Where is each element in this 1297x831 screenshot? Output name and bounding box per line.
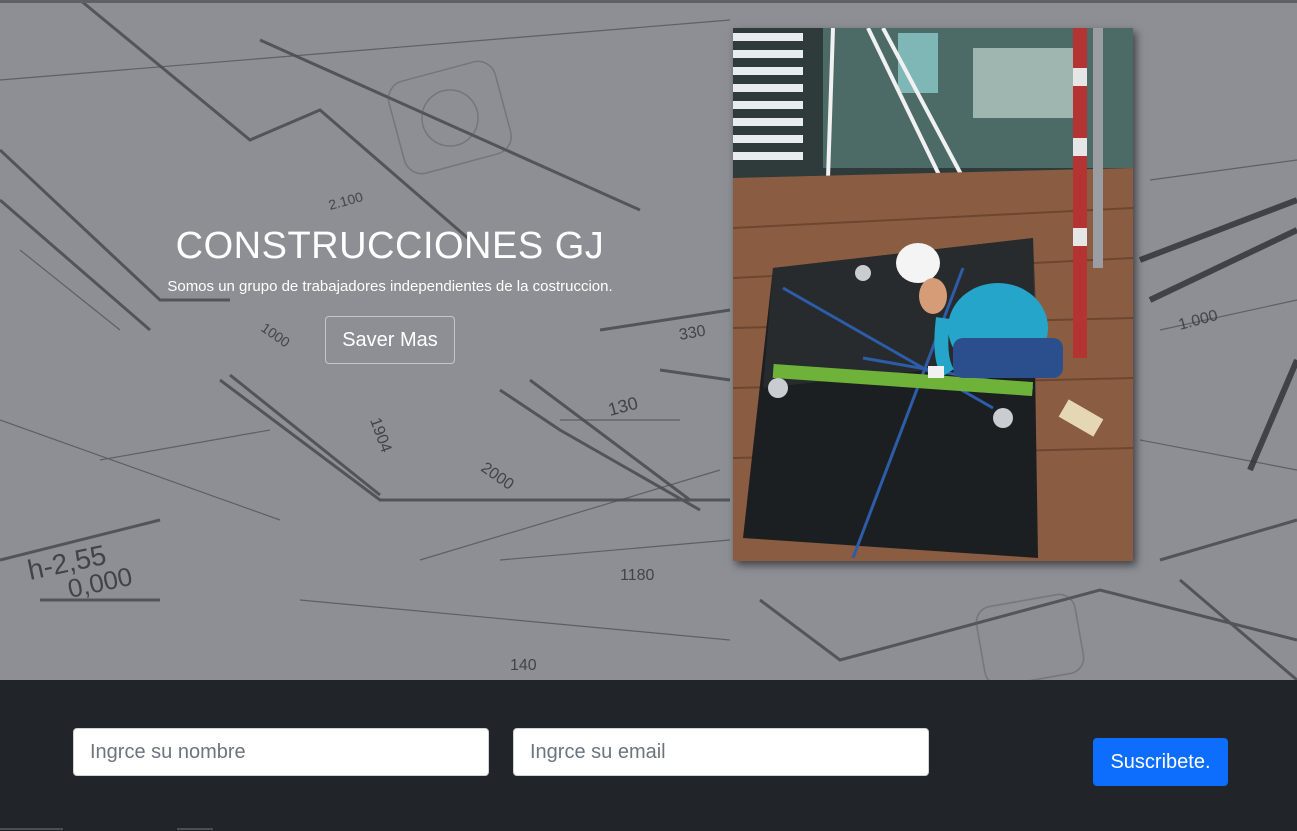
- svg-text:130: 130: [606, 393, 640, 420]
- hero-text-block: CONSTRUCCIONES GJ Somos un grupo de trab…: [120, 224, 660, 364]
- svg-text:1.000: 1.000: [1177, 307, 1220, 334]
- hero-title: CONSTRUCCIONES GJ: [175, 225, 605, 267]
- top-rule: [0, 0, 1297, 3]
- name-input[interactable]: [73, 728, 489, 776]
- learn-more-button[interactable]: Saver Mas: [325, 316, 455, 364]
- email-input[interactable]: [513, 728, 929, 776]
- svg-text:2000: 2000: [478, 459, 517, 493]
- svg-text:330: 330: [678, 323, 707, 344]
- subscribe-button[interactable]: Suscribete.: [1093, 738, 1228, 786]
- svg-text:140: 140: [510, 657, 537, 674]
- svg-text:1904: 1904: [366, 416, 394, 455]
- hero-subtitle: Somos un grupo de trabajadores independi…: [167, 278, 613, 295]
- subscribe-footer: Suscribete.: [0, 680, 1297, 831]
- hero-section: h-2,55 0,000 130 2000 1904 1000 330 1180…: [0, 0, 1297, 680]
- svg-text:2.100: 2.100: [327, 188, 365, 213]
- svg-text:1180: 1180: [620, 567, 655, 584]
- construction-worker-photo: [733, 28, 1133, 561]
